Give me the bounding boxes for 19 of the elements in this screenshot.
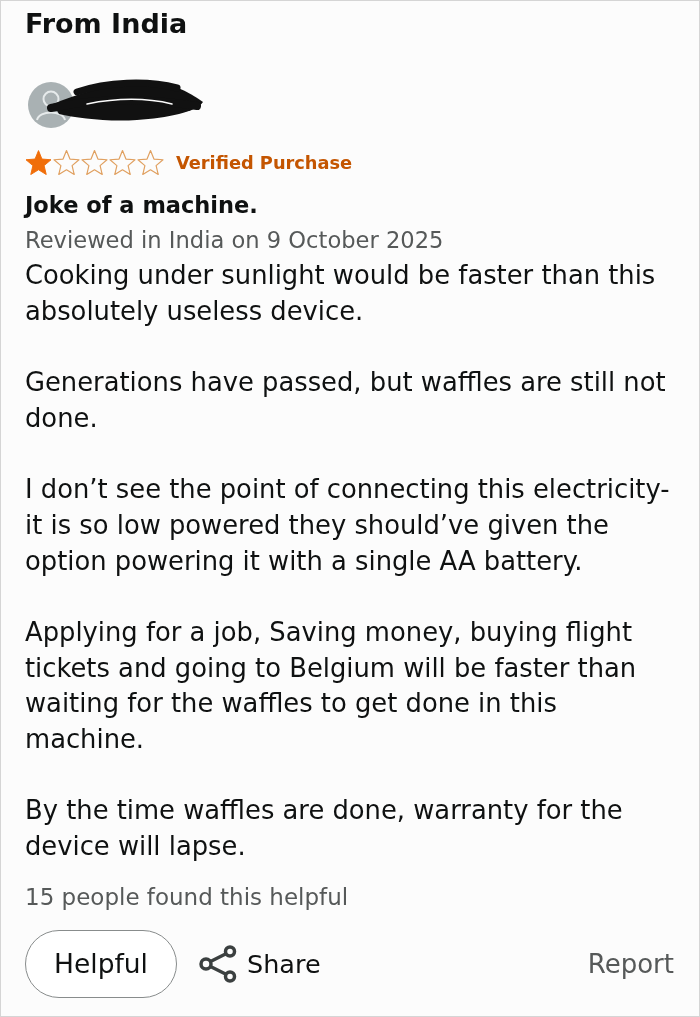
helpful-count: 15 people found this helpful	[25, 882, 349, 912]
filled-star-icon	[25, 150, 52, 175]
empty-star-icon	[109, 150, 136, 175]
review-paragraph: Applying for a job, Saving money, buying flight tickets and going to Belgium will be faster than waiting for the waffles to get done in this machine.	[25, 616, 638, 757]
review-paragraph: By the time waffles are done, warranty for the device will lapse.	[25, 794, 624, 864]
share-button[interactable]: Share	[199, 938, 321, 989]
share-icon	[199, 944, 237, 983]
avatar-icon	[28, 82, 74, 128]
helpful-button[interactable]: Helpful	[25, 929, 177, 998]
empty-star-icon	[81, 150, 108, 175]
review-title: Joke of a machine.	[25, 191, 258, 220]
review-paragraph: Generations have passed, but waffles are still not done.	[25, 366, 667, 435]
empty-star-icon	[137, 150, 164, 175]
review-date: Reviewed in India on 9 October 2025	[25, 226, 444, 255]
verified-purchase-label: Verified Purchase	[176, 150, 353, 175]
review-paragraph: I don’t see the point of connecting this electricity- it is so low powered they should’ve given the option powering it with a single AA battery.	[25, 473, 671, 578]
review-paragraph: Cooking under sunlight would be faster than this absolutely useless device.	[25, 259, 657, 328]
report-link[interactable]: Report	[587, 947, 674, 980]
section-heading: From India	[25, 7, 188, 41]
